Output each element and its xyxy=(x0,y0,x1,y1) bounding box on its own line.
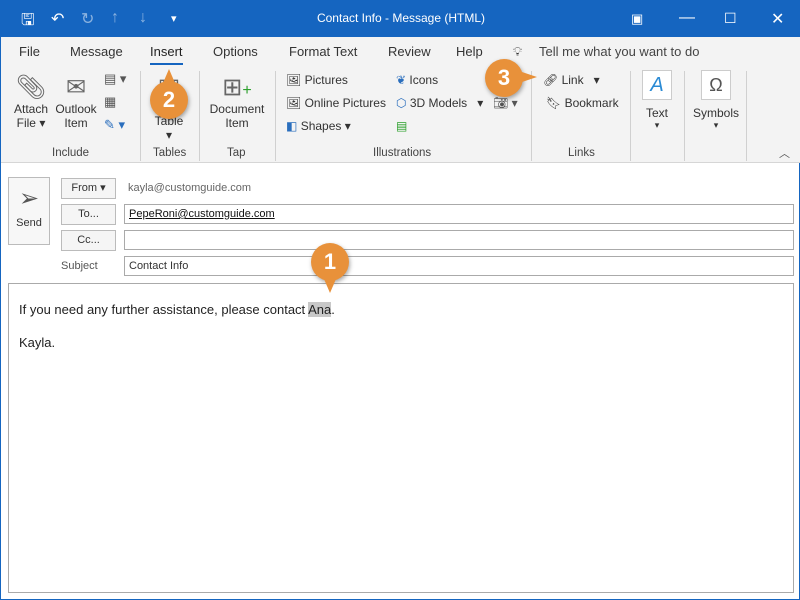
ribbon-display-icon[interactable]: ▣ xyxy=(631,11,643,27)
tab-review[interactable]: Review xyxy=(388,44,431,59)
tab-insert[interactable]: Insert xyxy=(150,44,183,66)
ribbon-tabs: File Message Insert Options Format Text … xyxy=(1,37,800,66)
group-tables-label: Tables xyxy=(153,147,187,159)
icons-button[interactable]: ❦ Icons xyxy=(396,73,438,87)
tab-options[interactable]: Options xyxy=(213,44,258,59)
calendar-icon[interactable]: ▦ xyxy=(104,94,116,110)
group-illustrations-label: Illustrations xyxy=(373,147,432,159)
lightbulb-icon: 💡︎ xyxy=(513,44,523,59)
online-pictures-button[interactable]: 🖼︎ Online Pictures xyxy=(286,96,386,110)
pictures-button[interactable]: 🖼︎ Pictures xyxy=(286,73,348,87)
callout-1: 1 xyxy=(311,243,349,281)
text-box-icon: A xyxy=(642,70,672,100)
chart-icon[interactable]: ▤ xyxy=(396,119,407,133)
document-item-icon: ⊞+ xyxy=(222,74,252,101)
screenshot-icon[interactable]: 📷︎ ▾ xyxy=(493,96,518,110)
group-links-label: Links xyxy=(568,147,595,159)
from-value: kayla@customguide.com xyxy=(128,182,252,194)
group-include-label: Include xyxy=(52,147,90,159)
tab-format-text[interactable]: Format Text xyxy=(289,44,357,59)
shapes-button[interactable]: ◧ Shapes ▾ xyxy=(286,119,351,133)
tab-help[interactable]: Help xyxy=(456,44,483,59)
document-item-button[interactable]: ⊞+ Document Item xyxy=(206,73,268,130)
tab-message[interactable]: Message xyxy=(70,44,123,59)
send-button[interactable]: ➢ Send xyxy=(8,177,50,245)
callout-2: 2 xyxy=(150,81,188,119)
send-icon: ➢ xyxy=(18,185,40,212)
business-card-icon[interactable]: ▤ ▾ xyxy=(104,71,126,87)
ribbon: 📎︎ Attach File ▾ ✉ Outlook Item ▤ ▾ ▦ ✎ … xyxy=(1,65,800,163)
from-button[interactable]: From ▾ xyxy=(61,178,116,199)
cube-icon: ⬡ xyxy=(396,96,407,110)
subject-label: Subject xyxy=(61,260,98,272)
cc-button[interactable]: Cc... xyxy=(61,230,116,251)
link-button[interactable]: 🔗︎ Link ▾ xyxy=(543,73,600,87)
envelope-icon: ✉ xyxy=(65,74,87,101)
shapes-icon: ◧ xyxy=(286,119,298,133)
subject-field[interactable]: Contact Info xyxy=(124,256,794,276)
3d-models-button[interactable]: ⬡ 3D Models ▾ xyxy=(396,96,483,110)
text-button[interactable]: A Text ▾ xyxy=(639,70,675,131)
symbols-button[interactable]: Ω Symbols ▾ xyxy=(691,70,741,131)
paperclip-icon: 📎︎ xyxy=(15,74,47,101)
tab-file[interactable]: File xyxy=(19,44,40,59)
cc-field[interactable] xyxy=(124,230,794,250)
outlook-item-button[interactable]: ✉ Outlook Item xyxy=(53,73,99,130)
group-tap-label: Tap xyxy=(227,147,246,159)
pictures-icon: 🖼︎ xyxy=(286,73,302,87)
online-pictures-icon: 🖼︎ xyxy=(286,96,302,110)
omega-icon: Ω xyxy=(701,70,731,100)
callout-3: 3 xyxy=(485,59,523,97)
icons-icon: ❦ xyxy=(396,73,407,87)
collapse-ribbon-icon[interactable]: ︿ xyxy=(779,145,790,161)
bookmark-icon: 🔖︎ xyxy=(546,96,562,110)
selected-text[interactable]: Ana xyxy=(308,302,332,317)
to-button[interactable]: To... xyxy=(61,204,116,225)
to-field[interactable]: PepeRoni@customguide.com xyxy=(124,204,794,224)
attach-file-button[interactable]: 📎︎ Attach File ▾ xyxy=(11,73,51,130)
maximize-icon[interactable]: ☐ xyxy=(724,10,737,27)
title-bar: 🖫 ↶ ↻ ↑ ↓ ▾ Contact Info - Message (HTML… xyxy=(1,1,800,37)
tell-me-search[interactable]: Tell me what you want to do xyxy=(539,44,699,59)
bookmark-button[interactable]: 🔖︎ Bookmark xyxy=(546,96,619,110)
message-body[interactable]: If you need any further assistance, plea… xyxy=(8,283,794,593)
signature-icon[interactable]: ✎ ▾ xyxy=(104,117,125,133)
minimize-icon[interactable]: — xyxy=(679,9,695,27)
close-icon[interactable]: ✕ xyxy=(771,9,784,29)
link-icon: 🔗︎ xyxy=(543,73,559,87)
